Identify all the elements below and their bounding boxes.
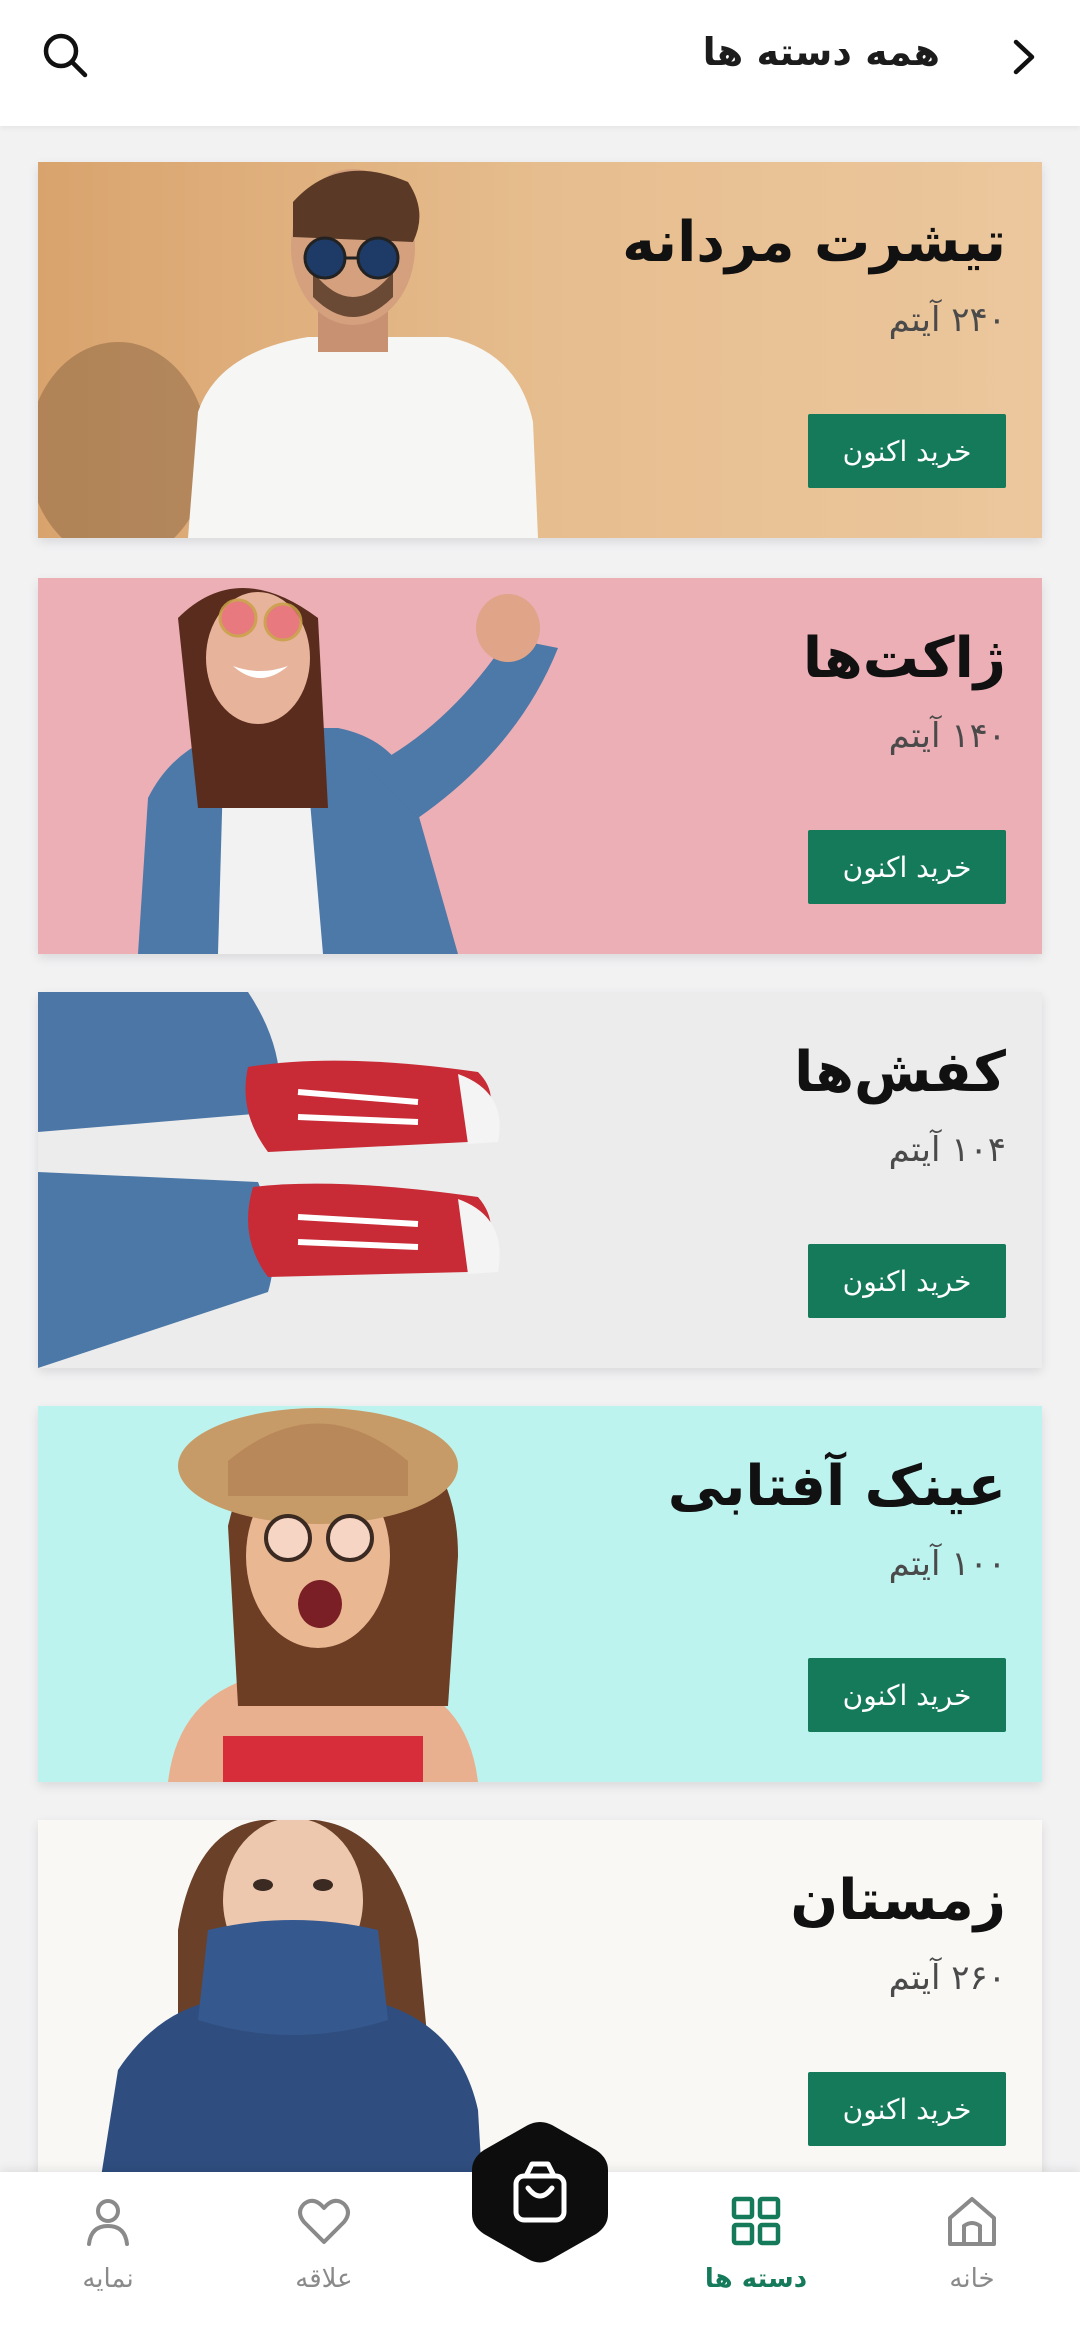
home-icon: [948, 2197, 996, 2246]
grid-icon: [731, 2196, 781, 2246]
nav-label-favorites: علاقه: [295, 2264, 353, 2294]
category-title: عینک آفتابی: [667, 1454, 1006, 1519]
category-item-count: ۲۶۰ آیتم: [888, 1958, 1006, 1998]
category-item-count: ۱۰۰ آیتم: [888, 1544, 1006, 1584]
category-item-count: ۲۴۰ آیتم: [888, 300, 1006, 340]
category-card-tshirt[interactable]: تیشرت مردانه ۲۴۰ آیتم خرید اکنون: [38, 162, 1042, 538]
nav-label-profile: نمایه: [82, 2264, 134, 2294]
category-card-shoes[interactable]: کفش‌ها ۱۰۴ آیتم خرید اکنون: [38, 992, 1042, 1368]
shop-now-button[interactable]: خرید اکنون: [808, 1244, 1006, 1318]
category-card-jackets[interactable]: ژاکت‌ها ۱۴۰ آیتم خرید اکنون: [38, 578, 1042, 954]
page-title: همه دسته ها: [702, 30, 940, 74]
user-icon: [87, 2199, 129, 2246]
nav-label-categories: دسته ها: [704, 2264, 808, 2294]
category-title: ژاکت‌ها: [802, 626, 1006, 691]
search-button[interactable]: [34, 24, 96, 86]
shop-now-button[interactable]: خرید اکنون: [808, 2072, 1006, 2146]
back-button[interactable]: [996, 30, 1050, 84]
nav-item-favorites[interactable]: علاقه: [234, 2194, 414, 2324]
chevron-right-icon: [1013, 39, 1035, 75]
category-item-count: ۱۴۰ آیتم: [888, 716, 1006, 756]
shop-now-button[interactable]: خرید اکنون: [808, 1658, 1006, 1732]
nav-item-categories[interactable]: دسته ها: [666, 2194, 846, 2324]
cart-button[interactable]: [468, 2118, 612, 2266]
category-card-sunglasses[interactable]: عینک آفتابی ۱۰۰ آیتم خرید اکنون: [38, 1406, 1042, 1782]
category-title: زمستان: [790, 1868, 1006, 1933]
app-root: همه دسته ها تیشرت مردانه ۲۴۰ آیتم خرید ا…: [0, 0, 1080, 2340]
nav-item-home[interactable]: خانه: [882, 2194, 1062, 2324]
search-icon: [43, 33, 88, 78]
category-item-count: ۱۰۴ آیتم: [888, 1130, 1006, 1170]
nav-item-profile[interactable]: نمایه: [18, 2194, 198, 2324]
top-app-bar: همه دسته ها: [0, 0, 1080, 126]
category-title: تیشرت مردانه: [622, 210, 1006, 275]
category-title: کفش‌ها: [794, 1040, 1006, 1105]
cart-button-shape: [472, 2122, 608, 2263]
heart-icon: [298, 2198, 350, 2244]
shop-now-button[interactable]: خرید اکنون: [808, 414, 1006, 488]
nav-label-home: خانه: [949, 2264, 995, 2294]
shop-now-button[interactable]: خرید اکنون: [808, 830, 1006, 904]
